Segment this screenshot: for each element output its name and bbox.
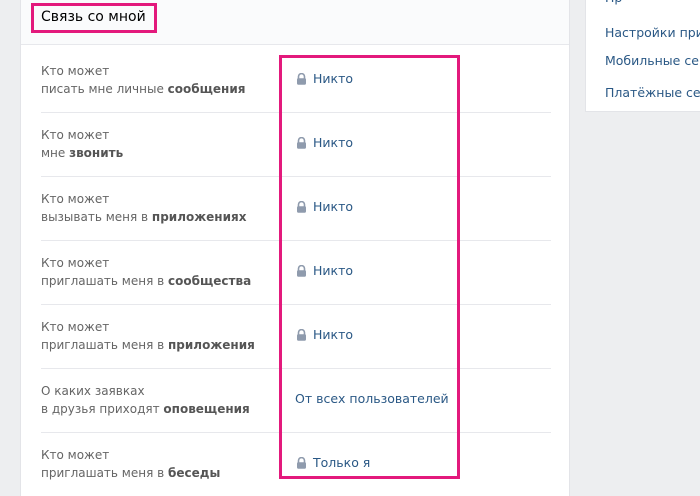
setting-label-line2: писать мне личные <box>41 82 168 96</box>
setting-label: Кто может мне звонить <box>41 126 123 162</box>
privacy-value-text: Только я <box>313 455 371 470</box>
setting-label-keyword: оповещения <box>163 402 250 416</box>
side-menu-item-apps[interactable]: Настройки приложений <box>605 25 700 40</box>
privacy-value-text: Никто <box>313 199 354 214</box>
privacy-value-link[interactable]: От всех пользователей <box>295 391 449 406</box>
setting-label-keyword: сообщества <box>168 274 252 288</box>
setting-row-calls: Кто может мне звонить Никто <box>41 113 551 177</box>
setting-label: Кто может приглашать меня в приложения <box>41 318 255 354</box>
privacy-value-text: От всех пользователей <box>295 391 449 406</box>
setting-row-community-invites: Кто может приглашать меня в сообщества Н… <box>41 241 551 305</box>
lock-icon <box>297 456 306 469</box>
privacy-value-text: Никто <box>313 327 354 342</box>
privacy-value-link[interactable]: Только я <box>296 455 370 470</box>
setting-label-keyword: приложения <box>168 338 255 352</box>
setting-label-keyword: приложениях <box>151 210 247 224</box>
setting-label: Кто может приглашать меня в беседы <box>41 446 220 482</box>
settings-side-menu: Пр Настройки приложений Мобильные сервис… <box>585 0 700 112</box>
setting-label-line1: Кто может <box>41 64 110 78</box>
lock-icon <box>297 264 306 277</box>
side-menu-item-partial[interactable]: Пр <box>605 0 622 5</box>
setting-row-app-invites: Кто может приглашать меня в приложения Н… <box>41 305 551 369</box>
setting-label: Кто может писать мне личные сообщения <box>41 62 245 98</box>
privacy-value-text: Никто <box>313 263 354 278</box>
setting-label-line2: приглашать меня в <box>41 338 169 352</box>
privacy-value-link[interactable]: Никто <box>296 71 353 86</box>
panel-title: Связь со мной <box>41 9 146 25</box>
setting-label-line2: приглашать меня в <box>41 274 169 288</box>
setting-label-keyword: беседы <box>168 466 221 480</box>
setting-label-line2: мне <box>41 146 70 160</box>
privacy-panel: Связь со мной Кто может писать мне личны… <box>20 0 570 496</box>
setting-row-app-calls: Кто может вызывать меня в приложениях Ни… <box>41 177 551 241</box>
privacy-value-text: Никто <box>313 71 354 86</box>
setting-row-messages: Кто может писать мне личные сообщения Ни… <box>41 49 551 113</box>
lock-icon <box>297 200 306 213</box>
side-menu-item-mobile[interactable]: Мобильные сервисы <box>605 53 700 68</box>
setting-label-line1: Кто может <box>41 256 110 270</box>
setting-label-line1: Кто может <box>41 192 110 206</box>
side-menu-item-payments[interactable]: Платёжные сервисы <box>605 85 700 100</box>
setting-label-line2: вызывать меня в <box>41 210 152 224</box>
setting-label-line2: приглашать меня в <box>41 466 169 480</box>
setting-label: Кто может вызывать меня в приложениях <box>41 190 246 226</box>
lock-icon <box>297 328 306 341</box>
setting-row-friend-requests: О каких заявках в друзья приходят оповещ… <box>41 369 551 433</box>
setting-label-line1: Кто может <box>41 128 110 142</box>
setting-label-keyword: сообщения <box>167 82 246 96</box>
panel-header: Связь со мной <box>21 0 569 45</box>
setting-label-keyword: звонить <box>69 146 124 160</box>
privacy-value-text: Никто <box>313 135 354 150</box>
lock-icon <box>297 72 306 85</box>
setting-label-line1: Кто может <box>41 320 110 334</box>
setting-label: Кто может приглашать меня в сообщества <box>41 254 251 290</box>
privacy-value-link[interactable]: Никто <box>296 199 353 214</box>
setting-label-line1: Кто может <box>41 448 110 462</box>
lock-icon <box>297 136 306 149</box>
setting-label-line1: О каких заявках <box>41 384 145 398</box>
privacy-value-link[interactable]: Никто <box>296 327 353 342</box>
setting-label: О каких заявках в друзья приходят оповещ… <box>41 382 250 418</box>
privacy-value-link[interactable]: Никто <box>296 263 353 278</box>
setting-label-line2: в друзья приходят <box>41 402 164 416</box>
privacy-value-link[interactable]: Никто <box>296 135 353 150</box>
